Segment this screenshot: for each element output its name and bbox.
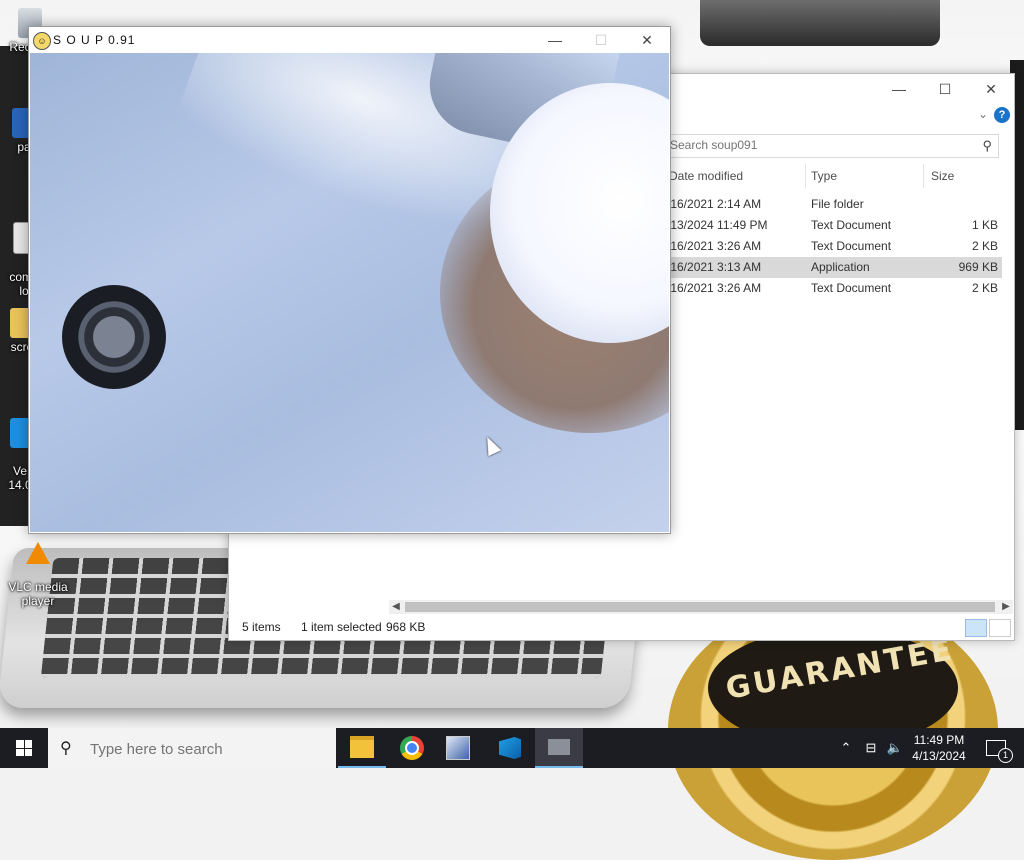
- soup-app-icon: ☺: [33, 32, 51, 50]
- file-size: 2 KB: [971, 239, 998, 253]
- sink-drain: [62, 285, 166, 389]
- taskbar-clock[interactable]: 11:49 PM 4/13/2024: [904, 732, 974, 764]
- status-item-count: 5 items: [242, 620, 281, 634]
- file-row[interactable]: /13/2024 11:49 PM Text Document 1 KB: [667, 215, 1002, 236]
- file-type: Text Document: [811, 239, 892, 253]
- explorer-status-bar: 5 items 1 item selected 968 KB: [229, 614, 1014, 640]
- file-explorer-icon: [350, 736, 374, 758]
- explorer-minimize-button[interactable]: —: [876, 74, 922, 104]
- soup-maximize-button: ☐: [594, 31, 608, 48]
- search-icon[interactable]: ⚲: [982, 138, 992, 154]
- help-icon[interactable]: ?: [994, 107, 1010, 123]
- horizontal-scrollbar[interactable]: ◀ ▶: [389, 600, 1013, 614]
- status-selected-count: 1 item selected: [301, 620, 382, 634]
- column-header-size[interactable]: Size: [929, 164, 1005, 188]
- file-date: /16/2021 3:13 AM: [667, 260, 762, 274]
- file-date: /16/2021 3:26 AM: [667, 281, 762, 295]
- file-row-selected[interactable]: /16/2021 3:13 AM Application 969 KB: [667, 257, 1002, 278]
- file-size: 969 KB: [958, 260, 998, 274]
- volume-muted-icon[interactable]: 🔈: [884, 728, 906, 768]
- action-center-button[interactable]: 1: [976, 728, 1016, 768]
- desktop-icon-label: VLC media player: [8, 580, 68, 608]
- file-size: 2 KB: [971, 281, 998, 295]
- taskbar-chrome[interactable]: [388, 728, 436, 768]
- taskbar: ⚲ ⌃ ⊟ 🔈 11:49 PM 4/13/2024 1: [0, 728, 1024, 768]
- taskbar-soup[interactable]: [535, 728, 583, 768]
- app-shortcut-icon: [10, 418, 30, 448]
- wallpaper-shape: [700, 0, 940, 46]
- soup-close-button[interactable]: ✕: [624, 25, 670, 55]
- scrollbar-thumb[interactable]: [405, 602, 995, 612]
- clock-date: 4/13/2024: [912, 749, 966, 763]
- network-icon[interactable]: ⊟: [860, 728, 882, 768]
- notification-icon: 1: [986, 740, 1013, 763]
- taskbar-search[interactable]: ⚲: [48, 728, 336, 768]
- taskbar-visual-studio[interactable]: [486, 728, 534, 768]
- explorer-maximize-button[interactable]: ☐: [922, 74, 968, 104]
- file-size: 1 KB: [971, 218, 998, 232]
- start-button[interactable]: [0, 728, 48, 768]
- camera-feed[interactable]: [30, 53, 669, 532]
- soup-titlebar[interactable]: ☺ S O U P 0.91 — ☐ ✕: [29, 27, 670, 53]
- search-icon: ⚲: [60, 740, 72, 757]
- explorer-close-button[interactable]: ✕: [968, 74, 1014, 104]
- desktop-icon-vlc[interactable]: VLC media player: [8, 528, 68, 608]
- file-type: File folder: [811, 197, 864, 211]
- file-row[interactable]: /16/2021 3:26 AM Text Document 2 KB: [667, 278, 1002, 299]
- notification-count-badge: 1: [998, 748, 1013, 763]
- file-row[interactable]: /16/2021 3:26 AM Text Document 2 KB: [667, 236, 1002, 257]
- scroll-left-arrow-icon[interactable]: ◀: [389, 600, 403, 614]
- ribbon-expand-chevron-icon[interactable]: ⌄: [978, 107, 988, 121]
- file-date: /16/2021 2:14 AM: [667, 197, 762, 211]
- file-date: /16/2021 3:26 AM: [667, 239, 762, 253]
- explorer-search-box[interactable]: ⚲: [667, 134, 999, 158]
- status-selected-size: 968 KB: [386, 620, 426, 634]
- soup-taskbar-icon: [548, 739, 570, 755]
- app-icon: [446, 736, 470, 760]
- soup-window-title: S O U P 0.91: [53, 33, 136, 47]
- taskbar-file-explorer[interactable]: [338, 728, 386, 768]
- file-row[interactable]: /16/2021 2:14 AM File folder: [667, 194, 1002, 215]
- file-type: Application: [811, 260, 870, 274]
- column-header-type[interactable]: Type: [809, 164, 924, 188]
- vlc-icon: [26, 542, 50, 564]
- large-icons-view-icon[interactable]: [989, 619, 1011, 637]
- file-type: Text Document: [811, 218, 892, 232]
- chrome-icon: [400, 736, 424, 760]
- file-date: /13/2024 11:49 PM: [667, 218, 768, 232]
- explorer-search-input[interactable]: [668, 135, 970, 155]
- soup-window: ☺ S O U P 0.91 — ☐ ✕: [28, 26, 671, 534]
- tray-overflow-chevron-icon[interactable]: ⌃: [836, 728, 856, 768]
- soup-minimize-button[interactable]: —: [532, 25, 578, 55]
- clock-time: 11:49 PM: [913, 733, 965, 747]
- column-header-date-modified[interactable]: Date modified: [667, 164, 806, 188]
- details-view-icon[interactable]: [965, 619, 987, 637]
- scroll-right-arrow-icon[interactable]: ▶: [999, 600, 1013, 614]
- taskbar-search-input[interactable]: [88, 738, 332, 760]
- file-list: /16/2021 2:14 AM File folder /13/2024 11…: [667, 194, 1002, 299]
- visual-studio-icon: [499, 737, 521, 759]
- file-type: Text Document: [811, 281, 892, 295]
- column-headers: Date modified Type Size: [667, 164, 1002, 188]
- taskbar-app[interactable]: [434, 728, 482, 768]
- windows-logo-icon: [16, 740, 32, 756]
